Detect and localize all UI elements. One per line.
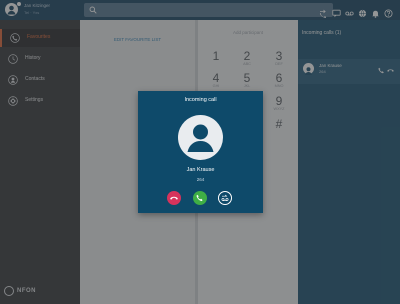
dial-key[interactable]: 3 DEF: [267, 50, 291, 66]
sidebar-item-label: History: [25, 55, 41, 61]
sidebar-item-label: Contacts: [25, 76, 45, 82]
dial-key[interactable]: 2 ABC: [235, 50, 259, 66]
accept-button[interactable]: [193, 191, 207, 205]
dial-key[interactable]: 1: [204, 50, 228, 62]
edit-favourite-list-link[interactable]: EDIT FAVOURITE LIST: [80, 37, 195, 42]
add-participant-field[interactable]: Add participant: [198, 30, 298, 35]
dial-key[interactable]: #: [267, 118, 291, 130]
incoming-call-dialog: Incoming call Jan Krause 264: [138, 91, 263, 213]
decline-button[interactable]: [167, 191, 181, 205]
dialog-title: Incoming call: [184, 97, 217, 103]
accept-call-icon[interactable]: [378, 67, 385, 74]
phone-icon: [196, 194, 203, 202]
sidebar-item-contacts[interactable]: Contacts: [0, 71, 80, 89]
logo-icon: [4, 286, 14, 296]
gear-icon: [8, 96, 18, 106]
incoming-calls-panel: Incoming calls (1) Jan Krause 264: [298, 20, 400, 304]
bell-icon[interactable]: [371, 5, 380, 18]
top-bar: Jan Kitzinger Tel · Yxs: [0, 0, 400, 20]
dial-key[interactable]: 9 WXYZ: [267, 95, 291, 111]
forward-voicemail-icon: [221, 194, 229, 201]
help-icon[interactable]: [384, 5, 393, 18]
voicemail-icon[interactable]: [345, 5, 354, 16]
caller-name: Jan Krause: [186, 167, 215, 173]
sidebar-item-label: Favourites: [27, 34, 51, 40]
user-avatar[interactable]: [5, 3, 18, 16]
hang-up-icon: [170, 196, 178, 200]
user-name: Jan Kitzinger: [24, 3, 51, 8]
incoming-call-item[interactable]: Jan Krause 264: [298, 59, 400, 84]
sidebar-item-label: Settings: [25, 97, 44, 103]
avatar: [303, 63, 314, 75]
caller-number: 264: [319, 69, 326, 74]
sidebar-item-favourites[interactable]: Favourites: [0, 29, 82, 47]
caller-number: 264: [196, 177, 205, 182]
logo-text: NFON: [17, 288, 36, 294]
phone-forward-icon[interactable]: [319, 5, 328, 18]
nfon-logo: NFON: [4, 286, 36, 296]
caller-name: Jan Krause: [319, 63, 342, 68]
sidebar-item-history[interactable]: History: [0, 50, 80, 68]
person-icon: [187, 124, 214, 152]
presence-dot: [17, 2, 21, 6]
clock-icon: [8, 54, 18, 64]
person-icon: [8, 75, 18, 85]
sidebar: Favourites History Contacts Settings: [0, 20, 82, 304]
incoming-calls-title: Incoming calls (1): [302, 30, 342, 36]
user-status[interactable]: Tel · Yxs: [24, 10, 39, 15]
globe-icon[interactable]: [358, 5, 367, 18]
chat-icon[interactable]: [332, 5, 341, 18]
phone-icon: [10, 33, 20, 43]
search-input[interactable]: [84, 3, 333, 17]
caller-avatar: [178, 115, 223, 160]
dial-key[interactable]: 5 JKL: [235, 72, 259, 88]
sidebar-item-settings[interactable]: Settings: [0, 92, 80, 110]
dial-key[interactable]: 6 MNO: [267, 72, 291, 88]
dial-key[interactable]: 4 GHI: [204, 72, 228, 88]
search-icon: [89, 6, 97, 14]
send-to-voicemail-button[interactable]: [218, 191, 232, 205]
decline-call-icon[interactable]: [387, 68, 394, 73]
